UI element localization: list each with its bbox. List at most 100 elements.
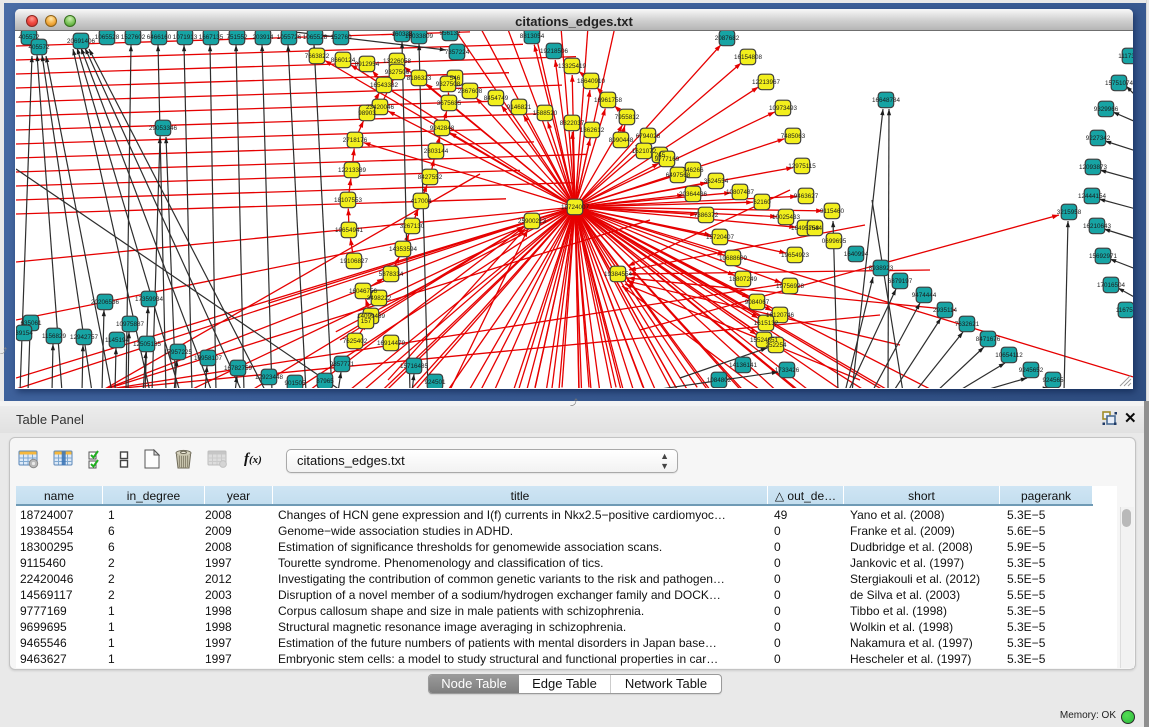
svg-text:19654941: 19654941 bbox=[335, 227, 364, 234]
svg-text:405572: 405572 bbox=[28, 44, 50, 51]
svg-text:1527602: 1527602 bbox=[121, 34, 146, 41]
svg-text:9463627: 9463627 bbox=[794, 193, 819, 200]
svg-text:15720407: 15720407 bbox=[706, 234, 735, 241]
svg-text:9115460: 9115460 bbox=[820, 208, 845, 215]
svg-text:1117364: 1117364 bbox=[1118, 53, 1133, 60]
svg-text:10807487: 10807487 bbox=[726, 189, 755, 196]
svg-text:1644: 1644 bbox=[808, 225, 823, 232]
svg-text:8660124: 8660124 bbox=[331, 57, 356, 64]
svg-text:152760: 152760 bbox=[330, 34, 352, 41]
svg-text:12505135: 12505135 bbox=[133, 341, 162, 348]
svg-text:10688609: 10688609 bbox=[719, 255, 748, 262]
svg-text:17957225: 17957225 bbox=[164, 349, 193, 356]
svg-text:16782759: 16782759 bbox=[224, 365, 253, 372]
svg-text:8813054: 8813054 bbox=[520, 33, 545, 40]
svg-text:1615132: 1615132 bbox=[754, 320, 779, 327]
svg-text:1145194: 1145194 bbox=[105, 337, 130, 344]
svg-text:14136141: 14136141 bbox=[729, 362, 758, 369]
svg-text:6466160: 6466160 bbox=[147, 34, 172, 41]
svg-text:0699695: 0699695 bbox=[822, 238, 847, 245]
svg-text:252254: 252254 bbox=[765, 342, 787, 349]
svg-text:1588520: 1588520 bbox=[533, 110, 558, 117]
svg-text:16543382: 16543382 bbox=[370, 82, 399, 89]
svg-text:15751074: 15751074 bbox=[1105, 80, 1133, 87]
svg-text:9327508: 9327508 bbox=[436, 81, 461, 88]
svg-text:5878334: 5878334 bbox=[379, 271, 404, 278]
svg-text:8322037: 8322037 bbox=[560, 120, 585, 127]
svg-text:18807249: 18807249 bbox=[729, 276, 758, 283]
svg-text:1071913: 1071913 bbox=[173, 34, 198, 41]
svg-text:25900213: 25900213 bbox=[518, 218, 547, 225]
svg-text:417004: 417004 bbox=[410, 198, 432, 205]
svg-text:1621072: 1621072 bbox=[632, 148, 657, 155]
svg-text:6497568: 6497568 bbox=[666, 172, 691, 179]
svg-text:16648784: 16648784 bbox=[872, 97, 901, 104]
svg-text:18724007: 18724007 bbox=[561, 204, 590, 211]
svg-text:1362612: 1362612 bbox=[580, 127, 605, 134]
svg-text:13226058: 13226058 bbox=[383, 58, 412, 65]
svg-text:901505: 901505 bbox=[284, 380, 306, 387]
svg-text:18640910: 18640910 bbox=[577, 78, 606, 85]
svg-text:2867608: 2867608 bbox=[458, 88, 483, 95]
svg-text:924501: 924501 bbox=[424, 379, 446, 386]
svg-text:924565: 924565 bbox=[1042, 377, 1064, 384]
svg-text:8186323: 8186323 bbox=[407, 75, 432, 82]
svg-text:9857771: 9857771 bbox=[330, 361, 355, 368]
svg-text:9474444: 9474444 bbox=[912, 292, 937, 299]
svg-text:20691406: 20691406 bbox=[67, 38, 96, 45]
svg-text:19756928: 19756928 bbox=[776, 283, 805, 290]
svg-text:12213389: 12213389 bbox=[338, 167, 367, 174]
svg-text:12975115: 12975115 bbox=[788, 163, 816, 170]
svg-text:1065528: 1065528 bbox=[303, 34, 328, 41]
svg-text:98903: 98903 bbox=[358, 110, 376, 117]
svg-text:16046756: 16046756 bbox=[349, 288, 378, 295]
svg-text:9777169: 9777169 bbox=[655, 156, 680, 163]
svg-text:62160: 62160 bbox=[753, 199, 771, 206]
svg-text:405572: 405572 bbox=[18, 34, 40, 41]
svg-text:2935114: 2935114 bbox=[933, 307, 958, 314]
svg-text:19654923: 19654923 bbox=[781, 252, 810, 259]
svg-text:6879197: 6879197 bbox=[888, 278, 913, 285]
svg-text:1084802: 1084802 bbox=[707, 377, 732, 384]
svg-text:12093873: 12093873 bbox=[1079, 164, 1108, 171]
svg-text:9084067: 9084067 bbox=[745, 299, 770, 306]
svg-text:16961758: 16961758 bbox=[594, 97, 623, 104]
svg-text:9245652: 9245652 bbox=[1019, 367, 1044, 374]
svg-text:10025433: 10025433 bbox=[772, 214, 801, 221]
svg-text:2087682: 2087682 bbox=[715, 35, 740, 42]
svg-text:157: 157 bbox=[361, 318, 372, 325]
svg-text:8938923: 8938923 bbox=[869, 265, 894, 272]
svg-text:9242848: 9242848 bbox=[430, 125, 455, 132]
svg-text:9227342: 9227342 bbox=[1086, 135, 1111, 142]
svg-text:3675685: 3675685 bbox=[437, 100, 462, 107]
svg-text:6794028: 6794028 bbox=[636, 133, 661, 140]
svg-text:19384554: 19384554 bbox=[604, 271, 633, 278]
svg-text:29053346: 29053346 bbox=[149, 125, 178, 132]
svg-text:2718176: 2718176 bbox=[343, 137, 368, 144]
svg-text:7357224: 7357224 bbox=[445, 49, 470, 56]
svg-text:8990448: 8990448 bbox=[609, 137, 634, 144]
svg-text:18107553: 18107553 bbox=[334, 197, 363, 204]
svg-text:87965: 87965 bbox=[316, 378, 334, 385]
svg-text:20206536: 20206536 bbox=[91, 299, 120, 306]
svg-text:1065528: 1065528 bbox=[95, 34, 120, 41]
svg-text:751552: 751552 bbox=[226, 34, 248, 41]
svg-text:16120746: 16120746 bbox=[766, 312, 795, 319]
svg-text:13325419: 13325419 bbox=[558, 63, 587, 70]
svg-text:2803144: 2803144 bbox=[424, 148, 449, 155]
svg-text:19106827: 19106827 bbox=[340, 258, 369, 265]
svg-text:15692971: 15692971 bbox=[1089, 253, 1118, 260]
svg-text:12444154: 12444154 bbox=[1078, 193, 1107, 200]
svg-text:7386372: 7386372 bbox=[694, 212, 719, 219]
svg-text:12213967: 12213967 bbox=[752, 79, 781, 86]
svg-text:1156829: 1156829 bbox=[42, 333, 67, 340]
svg-text:10973493: 10973493 bbox=[769, 105, 798, 112]
svg-text:8912954: 8912954 bbox=[355, 61, 380, 68]
svg-text:9329966: 9329966 bbox=[1094, 106, 1119, 113]
svg-text:956132: 956132 bbox=[439, 31, 461, 37]
svg-text:17359934: 17359934 bbox=[135, 296, 164, 303]
svg-text:39154: 39154 bbox=[16, 330, 33, 337]
svg-text:8454749: 8454749 bbox=[484, 95, 509, 102]
svg-text:7955812: 7955812 bbox=[615, 114, 640, 121]
svg-text:3624554: 3624554 bbox=[704, 178, 729, 185]
